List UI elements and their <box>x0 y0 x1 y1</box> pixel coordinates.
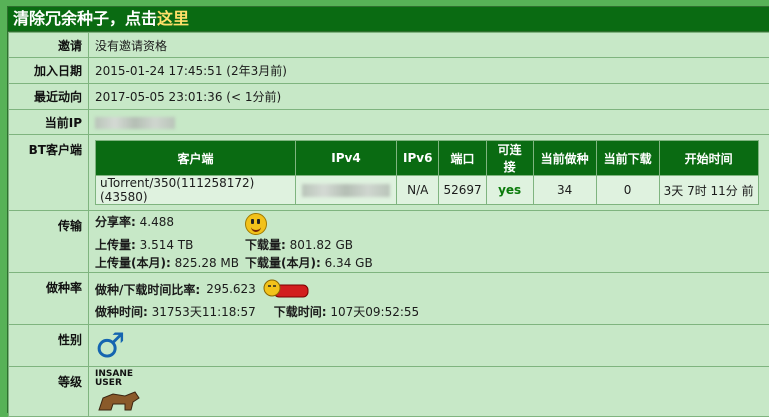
ip-row: 当前IP <box>9 110 769 135</box>
level-row: 等级 INSANE USER <box>9 367 769 417</box>
info-table: 邀请 没有邀请资格 加入日期 2015-01-24 17:45:51 (2年3月… <box>8 32 769 417</box>
recent-activity-label: 最近动向 <box>9 84 89 110</box>
smiley-icon <box>245 213 267 235</box>
client-table: 客户端 IPv4 IPv6 端口 可连接 当前做种 当前下载 开始时间 <box>95 140 759 205</box>
level-label: 等级 <box>9 367 89 417</box>
uploaded-value: 3.514 TB <box>140 238 194 252</box>
seed-time-value: 31753天11:18:57 <box>152 305 256 319</box>
gender-row: 性别 ♂ <box>9 325 769 367</box>
transfer-label: 传输 <box>9 211 89 273</box>
downloaded-month-value: 6.34 GB <box>325 256 373 270</box>
title-prefix: 清除冗余种子，点击 <box>13 9 157 28</box>
invite-value: 没有邀请资格 <box>89 33 769 58</box>
client-name: uTorrent/350(111258172)(43580) <box>96 176 296 205</box>
uploaded-month-value: 825.28 MB <box>175 256 239 270</box>
level-badge-text: INSANE USER <box>95 370 143 388</box>
client-ipv6: N/A <box>397 176 439 205</box>
join-date-label: 加入日期 <box>9 58 89 84</box>
col-client: 客户端 <box>96 141 296 176</box>
share-ratio-label: 分享率: <box>95 215 136 229</box>
uploaded-month-label: 上传量(本月): <box>95 256 171 270</box>
join-date-value: 2015-01-24 17:45:51 (2年3月前) <box>89 58 769 84</box>
invite-row: 邀请 没有邀请资格 <box>9 33 769 58</box>
downloaded-month-label: 下载量(本月): <box>245 256 321 270</box>
user-details-panel: 清除冗余种子，点击这里 邀请 没有邀请资格 加入日期 2015-01-24 17… <box>7 6 769 413</box>
seeding-label: 做种率 <box>9 273 89 325</box>
client-seeding: 34 <box>533 176 596 205</box>
downloaded-label: 下载量: <box>245 238 286 252</box>
share-ratio-value: 4.488 <box>140 215 174 229</box>
gender-label: 性别 <box>9 325 89 367</box>
download-time-label: 下载时间: <box>274 305 327 319</box>
downloaded-value: 801.82 GB <box>290 238 353 252</box>
seeding-row: 做种率 做种/下载时间比率: 295.623 做种时间: 31753天1 <box>9 273 769 325</box>
invite-label: 邀请 <box>9 33 89 58</box>
transfer-stats: 分享率: 4.488 上传量: 3.514 TB 下载量: 801.82 GB … <box>95 213 768 271</box>
ip-label: 当前IP <box>9 110 89 135</box>
recent-activity-value: 2017-05-05 23:01:36 (< 1分前) <box>89 84 769 110</box>
client-row: uTorrent/350(111258172)(43580) N/A 52697… <box>96 176 759 205</box>
col-downloading: 当前下载 <box>596 141 659 176</box>
client-port: 52697 <box>439 176 486 205</box>
transfer-row: 传输 分享率: 4.488 上传量: 3.514 TB 下载量: 801.82 … <box>9 211 769 273</box>
col-ipv6: IPv6 <box>397 141 439 176</box>
male-icon: ♂ <box>95 326 125 366</box>
ip-redacted <box>95 117 175 129</box>
download-time-value: 107天09:52:55 <box>330 305 419 319</box>
client-start-time: 3天 7时 11分 前 <box>659 176 758 205</box>
bt-client-row: BT客户端 客户端 IPv4 IPv6 端口 可连接 当前做种 当前下载 <box>9 135 769 211</box>
col-start-time: 开始时间 <box>659 141 758 176</box>
seed-ratio-label: 做种/下载时间比率: <box>95 281 200 298</box>
sleeping-icon <box>262 277 310 301</box>
col-seeding: 当前做种 <box>533 141 596 176</box>
seed-time-label: 做种时间: <box>95 305 148 319</box>
seed-ratio-value: 295.623 <box>206 282 256 296</box>
insane-user-badge-icon: INSANE USER <box>95 370 143 414</box>
page-title: 清除冗余种子，点击这里 <box>8 7 769 32</box>
bt-client-label: BT客户端 <box>9 135 89 211</box>
client-downloading: 0 <box>596 176 659 205</box>
col-ipv4: IPv4 <box>296 141 397 176</box>
cleanup-link[interactable]: 这里 <box>157 9 189 28</box>
client-connectable: yes <box>486 176 533 205</box>
col-connectable: 可连接 <box>486 141 533 176</box>
recent-activity-row: 最近动向 2017-05-05 23:01:36 (< 1分前) <box>9 84 769 110</box>
ipv4-redacted <box>302 184 390 197</box>
col-port: 端口 <box>439 141 486 176</box>
join-date-row: 加入日期 2015-01-24 17:45:51 (2年3月前) <box>9 58 769 84</box>
uploaded-label: 上传量: <box>95 238 136 252</box>
